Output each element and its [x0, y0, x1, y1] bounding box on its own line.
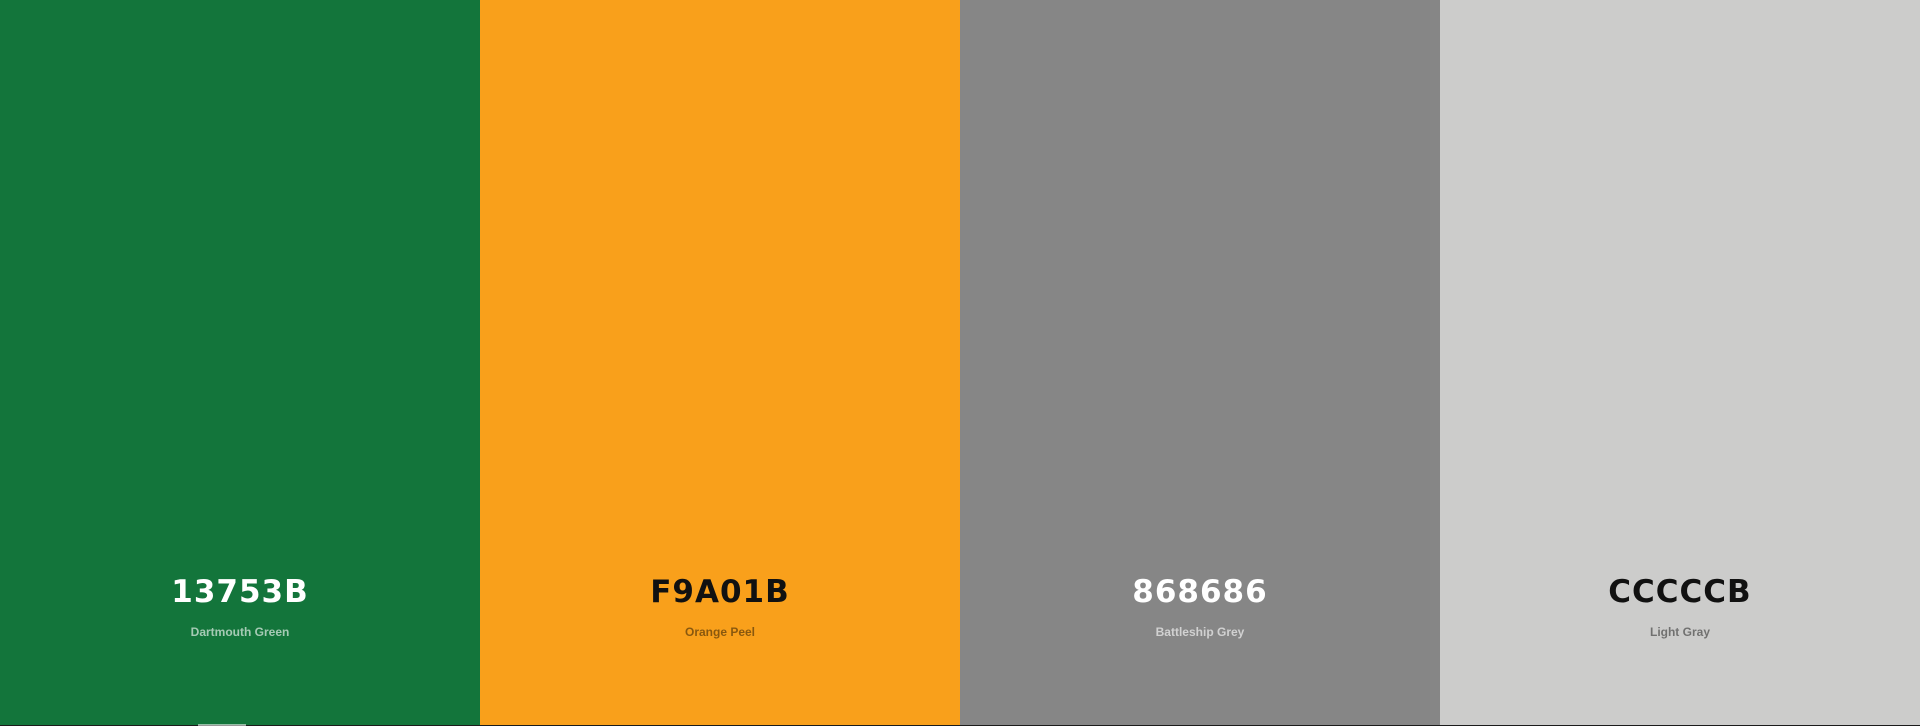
hex-code[interactable]: 868686	[1132, 572, 1267, 612]
color-name: Light Gray	[1649, 625, 1710, 639]
hex-code[interactable]: 13753B	[171, 572, 308, 612]
hex-code[interactable]: F9A01B	[650, 572, 790, 612]
swatch-light-gray[interactable]: CCCCCB Light Gray	[1440, 0, 1920, 726]
color-name: Dartmouth Green	[190, 625, 290, 639]
swatch-dartmouth-green[interactable]: 13753B Dartmouth Green	[0, 0, 480, 726]
swatch-info: 13753B Dartmouth Green	[0, 572, 480, 640]
color-name: Orange Peel	[684, 625, 756, 639]
color-name: Battleship Grey	[1155, 625, 1245, 639]
swatch-info: 868686 Battleship Grey	[960, 572, 1440, 640]
swatch-orange-peel[interactable]: F9A01B Orange Peel	[480, 0, 960, 726]
swatch-info: F9A01B Orange Peel	[480, 572, 960, 640]
color-palette: 13753B Dartmouth Green F9A01B Orange Pee…	[0, 0, 1920, 726]
swatch-battleship-grey[interactable]: 868686 Battleship Grey	[960, 0, 1440, 726]
swatch-info: CCCCCB Light Gray	[1440, 572, 1920, 640]
hex-code[interactable]: CCCCCB	[1608, 572, 1751, 612]
